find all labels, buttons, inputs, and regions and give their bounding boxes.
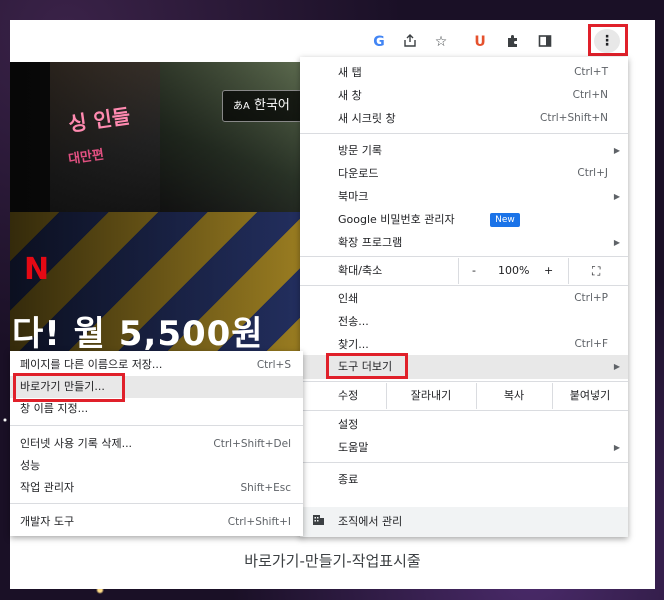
submenu-arrow-icon: ▶ [613,238,620,247]
zoom-in-button[interactable]: + [544,258,553,284]
edit-control: 수정 잘라내기 복사 붙여넣기 [300,383,628,409]
menu-separator [300,285,628,286]
paste-button[interactable]: 붙여넣기 [552,383,628,409]
language-button[interactable]: あA 한국어 [222,90,304,122]
menu-item-label: 확장 프로그램 [338,236,403,249]
submenu-item-developer-tools[interactable]: 개발자 도구 Ctrl+Shift+I [10,511,303,533]
menu-item-label: 새 창 [338,89,362,102]
menu-separator [10,425,303,426]
new-badge: New [490,213,520,227]
submenu-arrow-icon: ▶ [613,146,620,155]
zoom-control: 확대/축소 - 100% + ⛶ [300,258,628,284]
menu-item-label: 성능 [20,459,41,472]
cut-button[interactable]: 잘라내기 [386,383,476,409]
menu-item-label: 북마크 [338,190,369,203]
image-caption: 바로가기-만들기-작업표시줄 [244,552,421,570]
divider [568,258,569,284]
menu-item-help[interactable]: 도움말 ▶ [300,436,628,459]
menu-item-shortcut: Ctrl+S [256,359,291,371]
menu-item-new-tab[interactable]: 새 탭 Ctrl+T [300,61,628,84]
menu-item-shortcut: Ctrl+Shift+Del [213,438,291,450]
menu-item-label: 조직에서 관리 [338,515,403,528]
menu-item-label: 도움말 [338,441,369,454]
menu-item-incognito[interactable]: 새 시크릿 창 Ctrl+Shift+N [300,107,628,130]
divider [458,258,459,284]
menu-item-label: 설정 [338,418,359,431]
building-icon [312,507,325,537]
menu-item-label: 새 시크릿 창 [338,112,396,125]
menu-item-print[interactable]: 인쇄 Ctrl+P [300,287,628,310]
star-icon[interactable]: ☆ [432,33,450,51]
menu-item-exit[interactable]: 종료 [300,468,628,491]
menu-separator [300,381,628,382]
menu-item-label: 창 이름 지정... [20,402,89,415]
zoom-out-button[interactable]: - [472,258,476,284]
chrome-main-menu: 새 탭 Ctrl+T 새 창 Ctrl+N 새 시크릿 창 Ctrl+Shift… [300,57,628,537]
highlight-box-menu-button [588,24,628,56]
page-headline: 다! 월 5,500원 [12,314,264,352]
menu-item-history[interactable]: 방문 기록 ▶ [300,139,628,162]
menu-item-shortcut: Ctrl+Shift+I [227,516,291,528]
highlight-box-more-tools [326,353,408,379]
menu-item-new-window[interactable]: 새 창 Ctrl+N [300,84,628,107]
menu-item-shortcut: Ctrl+N [572,89,608,101]
menu-separator [300,462,628,463]
menu-item-shortcut: Ctrl+F [574,338,608,350]
submenu-arrow-icon: ▶ [613,362,620,371]
menu-item-cast[interactable]: 전송... [300,310,628,333]
menu-item-label: 종료 [338,473,359,486]
menu-item-shortcut: Ctrl+P [574,292,608,304]
language-label: 한국어 [253,98,290,113]
zoom-label: 확대/축소 [338,264,383,277]
zoom-level: 100% [498,264,530,277]
submenu-arrow-icon: ▶ [613,192,620,201]
menu-item-label: 새 탭 [338,66,362,79]
fullscreen-icon[interactable]: ⛶ [592,258,600,284]
sidepanel-icon[interactable] [536,33,554,51]
menu-item-shortcut: Ctrl+T [574,66,608,78]
menu-item-label: 페이지를 다른 이름으로 저장... [20,358,163,371]
submenu-arrow-icon: ▶ [613,443,620,452]
menu-item-passwords[interactable]: Google 비밀번호 관리자 New [300,208,628,231]
menu-item-label: 개발자 도구 [20,515,75,528]
menu-item-shortcut: Shift+Esc [240,482,291,494]
menu-item-label: 방문 기록 [338,144,382,157]
menu-item-shortcut: Ctrl+J [577,167,608,179]
menu-item-downloads[interactable]: 다운로드 Ctrl+J [300,162,628,185]
menu-item-label: 작업 관리자 [20,481,75,494]
copy-button[interactable]: 복사 [476,383,552,409]
menu-item-label: 인터넷 사용 기록 삭제... [20,437,133,450]
menu-item-bookmarks[interactable]: 북마크 ▶ [300,185,628,208]
menu-item-shortcut: Ctrl+Shift+N [540,112,608,124]
translate-icon: あA [233,101,250,112]
google-icon[interactable]: G [370,33,388,51]
submenu-item-task-manager[interactable]: 작업 관리자 Shift+Esc [10,477,303,499]
netflix-logo: N [24,252,50,287]
headline-container: 다! 월 5,500원 [10,300,302,352]
menu-separator [300,410,628,411]
menu-item-label: 다운로드 [338,167,379,180]
share-icon[interactable] [401,33,419,51]
menu-item-managed-by-org[interactable]: 조직에서 관리 [300,507,628,537]
highlight-box-create-shortcut [13,373,125,402]
menu-separator [10,503,303,504]
menu-item-settings[interactable]: 설정 [300,413,628,436]
edit-label: 수정 [338,389,359,402]
ublock-icon[interactable]: U [471,33,489,51]
menu-item-extensions[interactable]: 확장 프로그램 ▶ [300,231,628,254]
menu-item-label: 인쇄 [338,292,359,305]
menu-item-label: 찾기... [338,338,369,351]
menu-separator [300,256,628,257]
menu-item-label: Google 비밀번호 관리자 [338,213,455,226]
menu-separator [300,133,628,134]
puzzle-icon[interactable] [504,33,522,51]
menu-item-label: 전송... [338,315,369,328]
submenu-item-performance[interactable]: 성능 [10,455,303,477]
browser-toolbar [10,20,655,62]
submenu-item-clear-browsing-data[interactable]: 인터넷 사용 기록 삭제... Ctrl+Shift+Del [10,433,303,455]
